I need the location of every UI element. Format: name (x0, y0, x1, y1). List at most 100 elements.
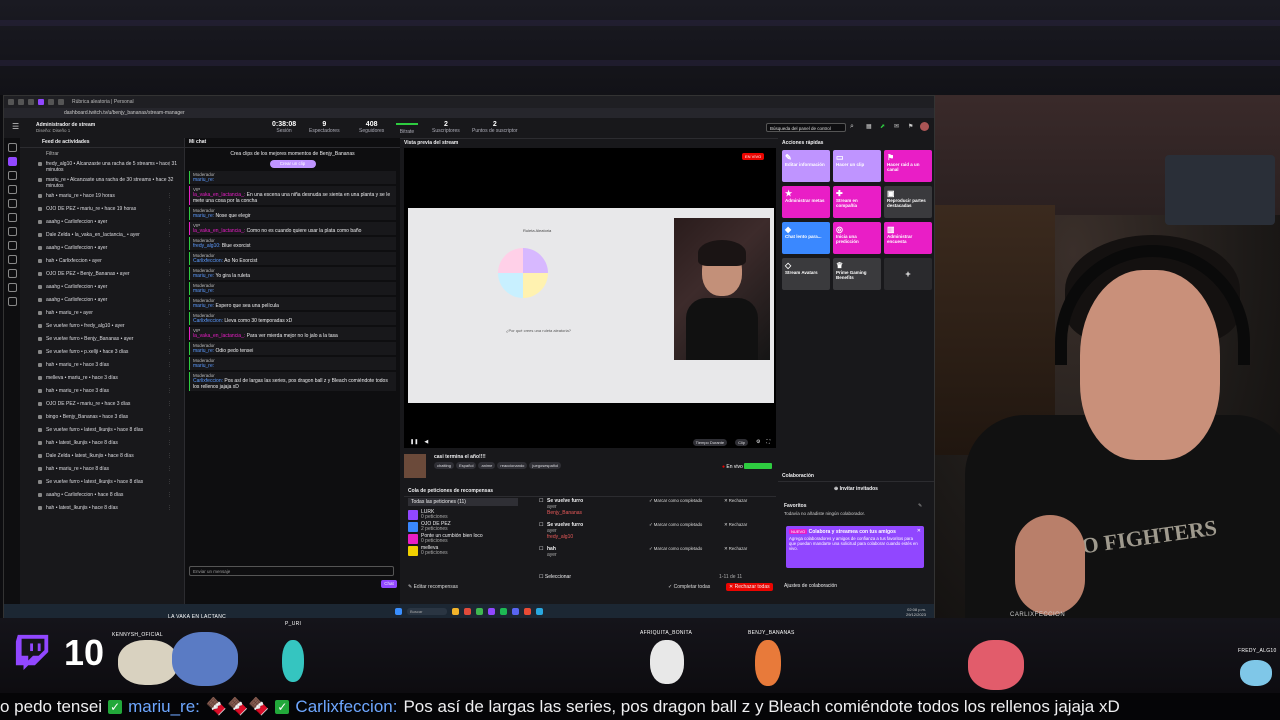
feed-item[interactable]: Se vuelve furro • latest_lkunjis • hace … (20, 477, 184, 490)
more-icon[interactable]: ⋮ (167, 258, 172, 264)
extensions-icon[interactable] (7, 255, 17, 264)
quick-action-tile[interactable]: ▥ Administrar encuesta (884, 222, 932, 254)
quick-action-tile[interactable]: ▣ Reproducir partes destacadas (884, 186, 932, 218)
quick-action-tile[interactable]: ♛ Prime Gaming Benefits (833, 258, 881, 290)
feed-item[interactable]: Se vuelve furro • p.xellji • hace 3 días… (20, 347, 184, 360)
more-icon[interactable]: ⋮ (167, 453, 172, 459)
menu-icon[interactable]: ☰ (12, 123, 20, 131)
quick-action-tile[interactable]: ◎ Inicia una predicción (833, 222, 881, 254)
chat-message[interactable]: Moderador mariu_re: Nose que elegir (189, 207, 396, 220)
message-user[interactable]: Carlixfeccion: (193, 258, 223, 264)
clip-button[interactable]: Clip (735, 438, 748, 446)
edit-icon[interactable]: ✎ (918, 503, 922, 509)
feed-item[interactable]: aaahg • Carlixfeccion • ayer ⋮ (20, 243, 184, 256)
feed-item[interactable]: fredy_alg10 • Alcanzaste una racha de 5 … (20, 159, 184, 175)
feed-item[interactable]: aaahg • Carlixfeccion • hace 8 días ⋮ (20, 490, 184, 503)
feed-item[interactable]: aaahg • Carlixfeccion • ayer ⋮ (20, 295, 184, 308)
more-icon[interactable]: ⋮ (167, 492, 172, 498)
community-icon[interactable] (7, 185, 17, 194)
more-icon[interactable]: ⋮ (167, 245, 172, 251)
reward-type-item[interactable]: melleva 0 peticiones (408, 546, 523, 556)
request-checkbox[interactable]: ☐ (539, 546, 543, 552)
feed-item[interactable]: hah • mariu_re • ayer ⋮ (20, 308, 184, 321)
chat-message[interactable]: VIP la_vaka_en_lactancia_: Como no es cua… (189, 222, 396, 235)
more-icon[interactable]: ⋮ (167, 505, 172, 511)
select-checkbox[interactable]: ☐ Seleccionar (539, 574, 571, 580)
quick-action-tile[interactable]: ✎ Editar información (782, 150, 830, 182)
create-clip-button[interactable]: Crear un clip (269, 160, 316, 168)
bookmark-icon[interactable]: ⚑ (908, 123, 913, 130)
message-user[interactable]: mariu_re: (193, 288, 214, 294)
feed-item[interactable]: hah • Carlixfeccion • ayer ⋮ (20, 256, 184, 269)
quick-action-tile[interactable]: ▭ Hacer un clip (833, 150, 881, 182)
volume-icon[interactable]: ◀ (424, 439, 428, 445)
feed-item[interactable]: hah • mariu_re • hace 3 días ⋮ (20, 386, 184, 399)
request-user[interactable]: fredy_alg10 (547, 534, 774, 540)
feed-filter[interactable]: Filtrar (20, 148, 184, 159)
reward-type-item[interactable]: OJO DE PEZ 2 peticiones (408, 522, 523, 532)
rewards-filter-all[interactable]: Todas las peticiones (11) (408, 498, 518, 506)
chat-message[interactable]: Moderador mariu_re: Espero que sea una pe… (189, 297, 396, 310)
stream-tag[interactable]: anime (478, 462, 496, 469)
chat-input[interactable]: Enviar un mensaje (189, 566, 394, 576)
feed-item[interactable]: OJO DE PEZ • Benjy_Bananas • ayer ⋮ (20, 269, 184, 282)
message-user[interactable]: fredy_alg10: (193, 243, 221, 249)
avatar[interactable] (920, 122, 929, 131)
feed-item[interactable]: aaahg • Carlixfeccion • ayer ⋮ (20, 282, 184, 295)
message-user[interactable]: la_vaka_en_lactancia_: (193, 228, 245, 234)
activity-feed-title[interactable]: Feed de actividades (20, 138, 184, 148)
stream-tag[interactable]: chatting (434, 462, 455, 469)
reject-button[interactable]: ✕ Rechazar (724, 522, 747, 528)
more-icon[interactable]: ⋮ (167, 193, 172, 199)
feed-item[interactable]: Se vuelve furro • Benjy_Bananas • ayer ⋮ (20, 334, 184, 347)
more-icon[interactable]: ⋮ (167, 297, 172, 303)
insights-icon[interactable] (7, 171, 17, 180)
taskbar-search[interactable]: Buscar (407, 608, 447, 615)
chat-message[interactable]: Moderador Carlixfeccion: Ao No Exorcist (189, 252, 396, 265)
close-icon[interactable]: ✕ (917, 528, 921, 534)
collapse-icon[interactable] (7, 297, 17, 306)
windows-start-icon[interactable] (395, 608, 402, 615)
quick-action-tile[interactable]: ★ Administrar metas (782, 186, 830, 218)
chat-message[interactable]: Moderador mariu_re: (189, 171, 396, 184)
more-icon[interactable]: ⋮ (167, 206, 172, 212)
mark-complete-button[interactable]: ✓ Marcar como completado (649, 546, 702, 552)
tab-icon[interactable] (18, 99, 24, 105)
more-icon[interactable]: ⋮ (167, 362, 172, 368)
more-icon[interactable]: ⋮ (167, 336, 172, 342)
stream-tag[interactable]: juegosespañol (529, 462, 562, 469)
message-user[interactable]: mariu_re: (193, 177, 214, 183)
address-bar[interactable]: dashboard.twitch.tv/u/benjy_bananas/stre… (4, 108, 934, 118)
browser-active-tab[interactable]: Rúbrica aleatoria | Personal (72, 99, 134, 105)
chat-message[interactable]: Moderador mariu_re: (189, 282, 396, 295)
tab-icon[interactable] (8, 99, 14, 105)
feed-item[interactable]: hah • mariu_re • hace 3 días ⋮ (20, 360, 184, 373)
settings-icon[interactable] (7, 227, 17, 236)
fullscreen-icon[interactable]: ⛶ (766, 439, 770, 445)
steam-icon[interactable] (536, 608, 543, 615)
safety-icon[interactable] (7, 269, 17, 278)
collab-settings-link[interactable]: Ajustes de colaboración (784, 583, 837, 589)
reward-request[interactable]: ☐ Se vuelve furro ayer fredy_alg10 ✓ Marcar … (539, 522, 774, 546)
home-icon[interactable] (7, 143, 17, 152)
invite-guests-button[interactable]: ⊕ Invitar invitados (778, 486, 934, 492)
more-icon[interactable]: ⋮ (167, 466, 172, 472)
more-icon[interactable]: ⋮ (167, 479, 172, 485)
dashboard-search-input[interactable]: Búsqueda del panel de control (766, 123, 846, 132)
chat-message[interactable]: Moderador mariu_re: (189, 357, 396, 370)
rocket-icon[interactable]: ⬈ (880, 123, 885, 130)
reward-request[interactable]: ☐ Se vuelve furro ayer Benjy_Bananas ✓ Marca… (539, 498, 774, 522)
quick-action-tile[interactable]: ◆ Chat lento para... (782, 222, 830, 254)
feed-item[interactable]: Se vuelve furro • latest_lkunjis • hace … (20, 425, 184, 438)
feed-item[interactable]: aaahg • Carlixfeccion • ayer ⋮ (20, 217, 184, 230)
more-icon[interactable]: ⋮ (167, 310, 172, 316)
app-icon[interactable] (464, 608, 471, 615)
message-user[interactable]: mariu_re: (193, 363, 214, 369)
more-icon[interactable]: ⋮ (167, 401, 172, 407)
quick-action-tile[interactable]: ⚑ Hacer raid a un canal (884, 150, 932, 182)
more-icon[interactable]: ⋮ (167, 271, 172, 277)
more-icon[interactable]: ⋮ (167, 388, 172, 394)
feed-item[interactable]: mariu_re • Alcanzaste una racha de 30 st… (20, 175, 184, 191)
complete-all-button[interactable]: ✓ Completar todas (668, 584, 710, 590)
more-icon[interactable]: ⋮ (167, 427, 172, 433)
